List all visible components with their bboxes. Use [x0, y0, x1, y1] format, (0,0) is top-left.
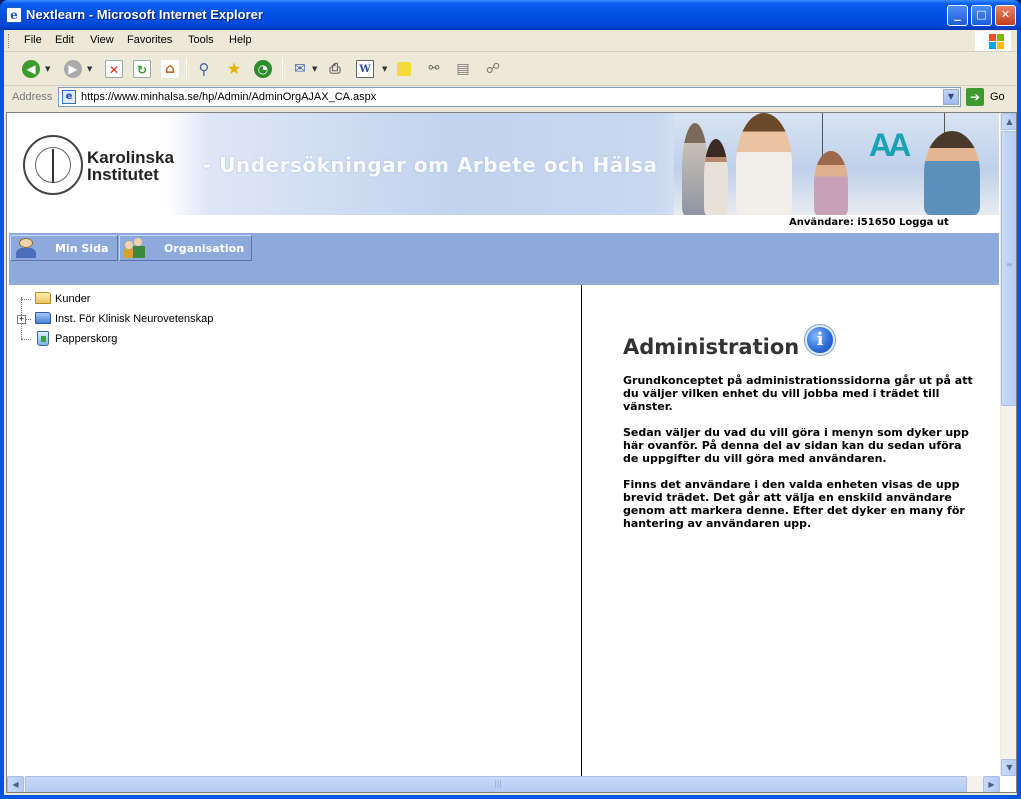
- vertical-scrollbar[interactable]: ▲ ≡ ▼: [1000, 113, 1016, 776]
- mail-dropdown-icon[interactable]: ▼: [312, 65, 317, 73]
- address-input[interactable]: e https://www.minhalsa.se/hp/Admin/Admin…: [58, 87, 961, 107]
- toolbar-separator: [186, 58, 187, 80]
- user-info-line: Användare: i51650 Logga ut: [7, 215, 999, 233]
- info-icon: i: [805, 325, 835, 355]
- edit-icon[interactable]: W: [356, 60, 374, 78]
- standard-toolbar: ◀ ▼ ▶ ▼ ✕ ↻ ⌂ ⚲ ★ ◔ ✉ ▼ ⎙ W ▼ ⚯ ▤ ☍: [4, 52, 1017, 86]
- karolinska-logo-text: Karolinska Institutet: [87, 149, 174, 183]
- forward-icon[interactable]: ▶: [64, 60, 82, 78]
- back-dropdown-icon[interactable]: ▼: [45, 65, 50, 73]
- stop-icon[interactable]: ✕: [105, 60, 123, 78]
- address-label: Address: [12, 91, 53, 103]
- go-arrow-icon: ➔: [966, 88, 984, 106]
- toolbar-grip: [8, 34, 11, 48]
- scroll-left-icon[interactable]: ◀: [7, 776, 24, 792]
- folder-icon: [35, 312, 51, 324]
- menu-tools[interactable]: Tools: [188, 34, 214, 46]
- refresh-icon[interactable]: ↻: [133, 60, 151, 78]
- expand-icon[interactable]: +: [17, 315, 26, 324]
- tree-item-kunder[interactable]: Kunder: [15, 291, 215, 309]
- scroll-up-icon[interactable]: ▲: [1001, 113, 1016, 130]
- admin-paragraph-2: Sedan väljer du vad du vill göra i menyn…: [623, 426, 969, 465]
- home-icon[interactable]: ⌂: [161, 60, 179, 78]
- user-profile-icon: [15, 238, 37, 258]
- menu-file[interactable]: File: [24, 34, 42, 46]
- nav-min-sida-label: Min Sida: [55, 242, 109, 255]
- admin-paragraph-3: Finns det användare i den valda enheten …: [623, 478, 965, 530]
- ie-icon: e: [6, 7, 22, 23]
- browser-chrome: File Edit View Favorites Tools Help ◀ ▼ …: [4, 30, 1017, 795]
- aa-logo: AA: [869, 127, 911, 163]
- favorites-icon[interactable]: ★: [225, 60, 243, 78]
- edit-dropdown-icon[interactable]: ▼: [382, 65, 387, 73]
- menu-favorites[interactable]: Favorites: [127, 34, 172, 46]
- windows-logo-icon: [975, 31, 1011, 51]
- page-icon: e: [62, 90, 76, 104]
- menu-bar: File Edit View Favorites Tools Help: [4, 30, 1017, 52]
- messenger-icon[interactable]: ⚯: [425, 60, 443, 78]
- recycle-bin-icon: [37, 331, 49, 346]
- vertical-scroll-thumb[interactable]: ≡: [1001, 131, 1016, 406]
- thumb-grip: ≡: [1006, 260, 1013, 269]
- nav-band: Min Sida Organisation: [9, 233, 999, 285]
- toolbar-separator: [282, 58, 283, 80]
- admin-paragraph-1: Grundkonceptet på administrationssidorna…: [623, 374, 973, 413]
- logo-line-2: Institutet: [87, 165, 159, 184]
- discuss-icon[interactable]: [397, 62, 411, 76]
- horizontal-scrollbar[interactable]: ◀ ||| ▶: [7, 776, 1000, 792]
- karolinska-seal-icon: [23, 135, 83, 195]
- menu-edit[interactable]: Edit: [55, 34, 74, 46]
- horizontal-scroll-thumb[interactable]: |||: [25, 776, 967, 792]
- close-button[interactable]: ✕: [995, 5, 1016, 26]
- tree-item-label[interactable]: Papperskorg: [55, 333, 117, 345]
- mail-icon[interactable]: ✉: [291, 60, 309, 78]
- go-button[interactable]: ➔ Go: [966, 88, 1012, 106]
- organisation-people-icon: [124, 238, 146, 258]
- page-header: Karolinska Institutet - Undersökningar o…: [9, 113, 999, 215]
- nav-organisation-button[interactable]: Organisation: [119, 235, 252, 261]
- menu-view[interactable]: View: [90, 34, 114, 46]
- admin-heading: Administration: [623, 335, 800, 359]
- window-title: Nextlearn - Microsoft Internet Explorer: [26, 7, 263, 22]
- tree-item-inst[interactable]: + Inst. För Klinisk Neurovetenskap: [15, 311, 275, 329]
- address-url[interactable]: https://www.minhalsa.se/hp/Admin/AdminOr…: [81, 91, 376, 103]
- nav-organisation-label: Organisation: [164, 242, 245, 255]
- admin-info-pane: Administration i Grundkonceptet på admin…: [583, 285, 999, 790]
- scroll-right-icon[interactable]: ▶: [983, 776, 1000, 792]
- back-icon[interactable]: ◀: [22, 60, 40, 78]
- tree-item-papperskorg[interactable]: Papperskorg: [15, 331, 215, 349]
- thumb-grip: |||: [494, 779, 503, 788]
- address-bar: Address e https://www.minhalsa.se/hp/Adm…: [4, 86, 1017, 108]
- scroll-down-icon[interactable]: ▼: [1001, 759, 1016, 776]
- menu-help[interactable]: Help: [229, 34, 252, 46]
- history-icon[interactable]: ◔: [254, 60, 272, 78]
- print-icon[interactable]: ⎙: [326, 60, 344, 78]
- header-photo: AA: [674, 113, 999, 215]
- tree-item-label[interactable]: Inst. För Klinisk Neurovetenskap: [55, 313, 213, 325]
- research-icon[interactable]: ▤: [454, 60, 472, 78]
- org-tree-pane: Kunder + Inst. För Klinisk Neurovetenska…: [9, 285, 582, 790]
- forward-dropdown-icon[interactable]: ▼: [87, 65, 92, 73]
- nav-min-sida-button[interactable]: Min Sida: [10, 235, 118, 261]
- logo-line-1: Karolinska: [87, 148, 174, 167]
- search-icon[interactable]: ⚲: [195, 60, 213, 78]
- browser-window: e Nextlearn - Microsoft Internet Explore…: [0, 0, 1021, 799]
- page-viewport: Karolinska Institutet - Undersökningar o…: [6, 112, 1017, 793]
- go-label: Go: [990, 91, 1005, 103]
- header-tagline: - Undersökningar om Arbete och Hälsa: [203, 153, 658, 177]
- user-logout-text[interactable]: Användare: i51650 Logga ut: [789, 217, 949, 228]
- bluetooth-icon[interactable]: ☍: [484, 60, 502, 78]
- maximize-button[interactable]: □: [971, 5, 992, 26]
- open-folder-icon: [35, 292, 51, 304]
- address-dropdown-icon[interactable]: ▼: [943, 89, 959, 105]
- minimize-button[interactable]: _: [947, 5, 968, 26]
- tree-item-label[interactable]: Kunder: [55, 293, 90, 305]
- title-bar[interactable]: e Nextlearn - Microsoft Internet Explore…: [0, 0, 1021, 30]
